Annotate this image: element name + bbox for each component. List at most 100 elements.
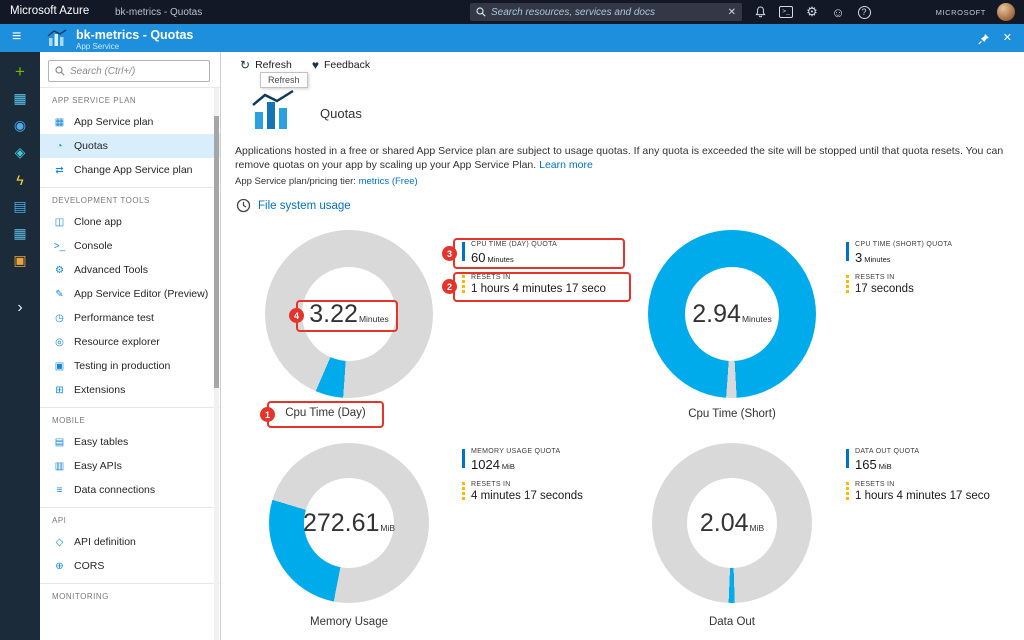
quota-label: MEMORY USAGE QUOTA <box>471 448 561 455</box>
quota-bar <box>846 449 849 468</box>
functions-icon[interactable]: ϟ <box>0 166 40 193</box>
refresh-button[interactable]: ↻ Refresh <box>240 58 292 72</box>
sidebar-item-performance-test[interactable]: ◷ Performance test <box>40 306 220 330</box>
feedback-button[interactable]: ♥ Feedback <box>312 58 370 72</box>
app-services-icon[interactable]: ▦ <box>0 220 40 247</box>
pin-icon[interactable] <box>978 32 990 50</box>
help-icon[interactable]: ? <box>852 0 876 24</box>
sidebar-item-console[interactable]: >_ Console <box>40 234 220 258</box>
all-resources-icon[interactable]: ◉ <box>0 112 40 139</box>
quota-info-cpu-time-short: CPU TIME (SHORT) QUOTA 3 Minutes RESETS I… <box>846 241 952 304</box>
sidebar-item-icon: ◇ <box>55 536 64 548</box>
sidebar-item-label: Performance test <box>74 312 154 324</box>
resets-row: RESETS IN 1 hours 4 minutes 17 seco <box>846 481 990 502</box>
sidebar-section-label: DEVELOPMENT TOOLS <box>40 187 220 210</box>
quota-value: 165 <box>855 457 877 472</box>
sidebar-item-api-definition[interactable]: ◇ API definition <box>40 530 220 554</box>
donut-center-value: 2.04 MiB <box>700 509 764 538</box>
sidebar-item-advanced-tools[interactable]: ⚙ Advanced Tools <box>40 258 220 282</box>
sidebar-item-icon: ✎ <box>55 288 64 300</box>
sidebar-item-resource-explorer[interactable]: ◎ Resource explorer <box>40 330 220 354</box>
more-services-icon[interactable]: › <box>0 294 40 321</box>
sidebar-section-label: APP SERVICE PLAN <box>40 87 220 110</box>
quota-label: CPU TIME (SHORT) QUOTA <box>855 241 953 248</box>
sidebar-item-app-service-plan[interactable]: ▦ App Service plan <box>40 110 220 134</box>
directory-label[interactable]: MICROSOFT <box>936 0 986 24</box>
close-icon[interactable]: ✕ <box>1003 31 1012 44</box>
sidebar-scrollbar[interactable] <box>214 88 219 640</box>
sidebar-item-icon: ⇄ <box>55 164 64 176</box>
quota-row: CPU TIME (SHORT) QUOTA 3 Minutes <box>846 241 952 265</box>
top-bar: Microsoft Azure bk-metrics - Quotas ✕ >_… <box>0 0 1024 24</box>
quota-unit: MiB <box>878 462 892 471</box>
quotas-header: Quotas <box>250 88 362 139</box>
scrollbar-thumb[interactable] <box>214 116 219 388</box>
quota-value: 60 <box>471 250 486 265</box>
sidebar-item-app-service-editor-preview-[interactable]: ✎ App Service Editor (Preview) <box>40 282 220 306</box>
sidebar-item-testing-in-production[interactable]: ▣ Testing in production <box>40 354 220 378</box>
azure-logo[interactable]: Microsoft Azure <box>10 5 89 17</box>
donut-hole: 2.94 Minutes <box>685 267 779 361</box>
sidebar-item-easy-tables[interactable]: ▤ Easy tables <box>40 430 220 454</box>
sidebar-item-icon: ▦ <box>54 116 65 128</box>
chart-label-cpu-time-day: Cpu Time (Day) <box>285 407 366 419</box>
search-clear-icon[interactable]: ✕ <box>728 7 736 18</box>
sidebar-section-label: API <box>40 507 220 530</box>
sidebar-item-label: Resource explorer <box>74 336 160 348</box>
sidebar-search-input[interactable] <box>70 65 203 77</box>
file-system-usage-label: File system usage <box>258 199 351 212</box>
sidebar-item-icon: ▤ <box>54 436 65 448</box>
sidebar-nav: APP SERVICE PLAN ▦ App Service plan ◔ Quotas… <box>40 87 220 606</box>
annotation-callout-1: 1 <box>260 407 275 422</box>
sidebar-item-quotas[interactable]: ◔ Quotas <box>40 134 220 158</box>
donut-memory-usage: 272.61 MiB <box>269 443 429 603</box>
resets-bar <box>462 275 465 294</box>
feedback-smiley-icon[interactable]: ☺ <box>826 0 850 24</box>
app-service-icon <box>46 27 68 54</box>
learn-more-link[interactable]: Learn more <box>539 159 593 171</box>
avatar[interactable] <box>997 3 1015 21</box>
hamburger-menu-icon[interactable]: ≡ <box>12 28 21 46</box>
cloud-shell-icon[interactable]: >_ <box>774 0 798 24</box>
quota-info-cpu-time-day: CPU TIME (DAY) QUOTA 60 Minutes RESETS IN… <box>462 241 606 304</box>
page-header-bar: ≡ bk-metrics - Quotas App Service ✕ <box>0 24 1024 52</box>
sidebar-item-label: Testing in production <box>74 360 171 372</box>
sidebar-item-icon: ◷ <box>55 312 64 324</box>
quota-label: DATA OUT QUOTA <box>855 448 920 455</box>
sidebar-search[interactable] <box>48 60 210 82</box>
sidebar-item-cors[interactable]: ⊕ CORS <box>40 554 220 578</box>
settings-gear-icon[interactable]: ⚙ <box>800 0 824 24</box>
dashboard-icon[interactable]: ▦ <box>0 85 40 112</box>
quota-info-data-out: DATA OUT QUOTA 165 MiB RESETS IN 1 hours … <box>846 448 990 511</box>
donut-data-out: 2.04 MiB <box>652 443 812 603</box>
sidebar-item-clone-app[interactable]: ◫ Clone app <box>40 210 220 234</box>
quota-value: 3 <box>855 250 863 265</box>
global-search[interactable]: ✕ <box>470 3 742 21</box>
file-system-usage-link[interactable]: File system usage <box>236 198 351 213</box>
sidebar-item-easy-apis[interactable]: ▥ Easy APIs <box>40 454 220 478</box>
main-content: ↻ Refresh ♥ Feedback Refresh Quotas Appl… <box>222 52 1024 640</box>
global-search-input[interactable] <box>491 6 723 18</box>
sidebar-item-change-app-service-plan[interactable]: ⇄ Change App Service plan <box>40 158 220 182</box>
quota-row: MEMORY USAGE QUOTA 1024 MiB <box>462 448 583 472</box>
resource-groups-icon[interactable]: ◈ <box>0 139 40 166</box>
donut-hole: 272.61 MiB <box>302 478 395 568</box>
resets-bar <box>846 275 849 294</box>
pricing-tier-link[interactable]: metrics (Free) <box>359 176 418 187</box>
refresh-label: Refresh <box>255 59 292 71</box>
sidebar-item-label: Console <box>74 240 113 252</box>
resets-value: 1 hours 4 minutes 17 seco <box>855 490 990 502</box>
resets-bar <box>846 482 849 501</box>
donut-value: 272.61 <box>302 508 380 537</box>
sidebar-item-extensions[interactable]: ⊞ Extensions <box>40 378 220 402</box>
quota-unit: Minutes <box>487 255 514 264</box>
sidebar-item-data-connections[interactable]: ≡ Data connections <box>40 478 220 502</box>
new-icon[interactable]: + <box>0 58 40 85</box>
quota-bar <box>462 242 465 261</box>
donut-value: 2.94 <box>692 299 741 328</box>
notifications-bell-icon[interactable] <box>748 0 772 24</box>
storage-icon[interactable]: ▣ <box>0 247 40 274</box>
breadcrumb: bk-metrics - Quotas <box>115 7 203 18</box>
refresh-icon: ↻ <box>240 58 251 72</box>
sql-databases-icon[interactable]: ▤ <box>0 193 40 220</box>
